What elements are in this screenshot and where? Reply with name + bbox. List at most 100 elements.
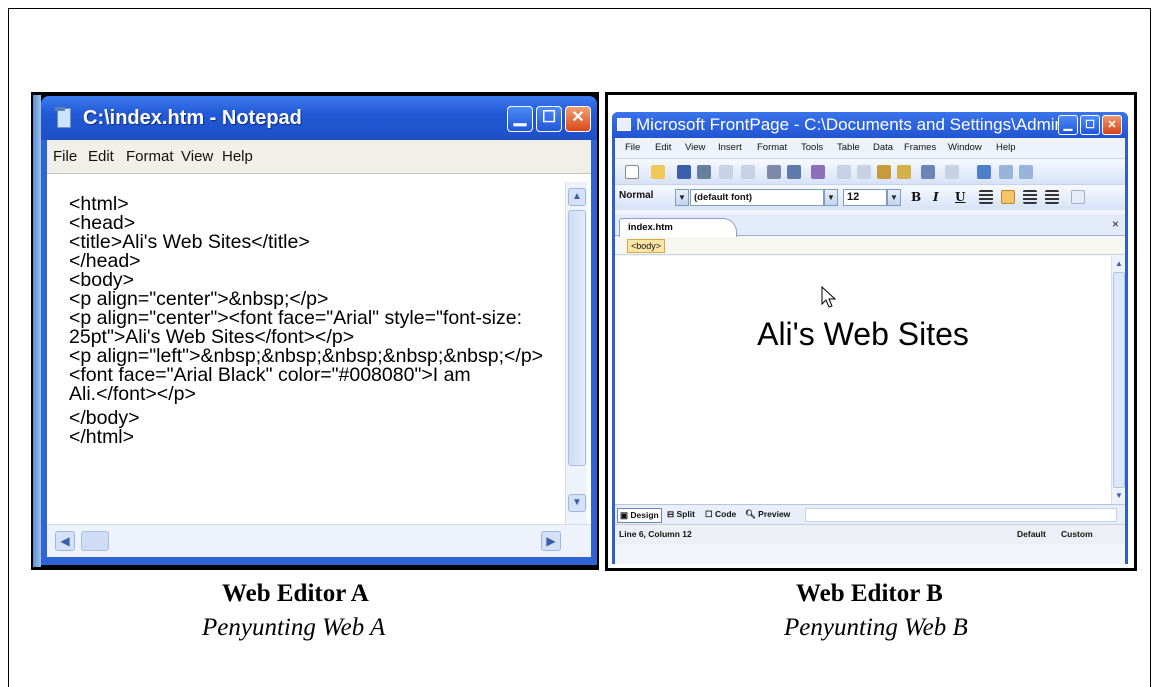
design-view[interactable]: Ali's Web Sites bbox=[615, 256, 1111, 504]
quick-tag-selector: <body> bbox=[615, 237, 1125, 255]
menu-format[interactable]: Format bbox=[757, 142, 787, 153]
cut-icon[interactable] bbox=[837, 165, 851, 179]
scroll-down-icon[interactable]: ▼ bbox=[568, 494, 586, 512]
size-select[interactable]: 12 bbox=[843, 189, 887, 206]
scroll-thumb[interactable] bbox=[568, 210, 586, 466]
underline-button[interactable]: U bbox=[955, 190, 965, 204]
status-custom: Custom bbox=[1061, 529, 1093, 539]
close-tab-icon[interactable]: × bbox=[1112, 217, 1119, 231]
status-bar: Line 6, Column 12 Default Custom bbox=[615, 524, 1125, 544]
scroll-down-icon[interactable]: ▼ bbox=[1113, 490, 1125, 502]
minimize-button[interactable]: ▁ bbox=[1058, 115, 1078, 135]
menu-help[interactable]: Help bbox=[222, 148, 253, 165]
menu-frames[interactable]: Frames bbox=[904, 142, 936, 153]
toggle-pane-icon[interactable] bbox=[741, 165, 755, 179]
insert-picture-icon[interactable] bbox=[1019, 165, 1033, 179]
menu-edit[interactable]: Edit bbox=[88, 148, 114, 165]
tab-preview-label: Preview bbox=[758, 509, 791, 519]
horizontal-scrollbar[interactable] bbox=[805, 508, 1117, 522]
code-line: <head> bbox=[69, 212, 136, 234]
view-tabs: ▣ Design ⊟ Split ☐ Code 🔍︎ Preview bbox=[615, 504, 1125, 524]
minimize-button[interactable]: ▁ bbox=[507, 106, 533, 132]
new-page-icon[interactable] bbox=[625, 165, 639, 179]
horizontal-scrollbar[interactable]: ◀ ▶ bbox=[47, 524, 591, 557]
increase-font-icon[interactable] bbox=[1071, 190, 1085, 204]
style-dropdown-icon[interactable]: ▼ bbox=[675, 189, 689, 206]
bold-button[interactable]: B bbox=[911, 190, 921, 204]
italic-button[interactable]: I bbox=[933, 190, 939, 204]
scroll-thumb[interactable] bbox=[1113, 272, 1125, 488]
tab-split[interactable]: ⊟ Split bbox=[665, 508, 697, 523]
menu-help[interactable]: Help bbox=[996, 142, 1016, 153]
notepad-menubar: File Edit Format View Help bbox=[47, 140, 591, 174]
scroll-up-icon[interactable]: ▲ bbox=[568, 188, 586, 206]
notepad-titlebar[interactable]: C:\index.htm - Notepad ▁ ☐ ✕ bbox=[41, 96, 597, 140]
close-button[interactable]: ✕ bbox=[1102, 115, 1122, 135]
close-button[interactable]: ✕ bbox=[565, 106, 591, 132]
caption-editor-a: Web Editor A bbox=[222, 580, 369, 607]
tab-preview[interactable]: 🔍︎ Preview bbox=[743, 508, 792, 523]
menu-edit[interactable]: Edit bbox=[655, 142, 671, 153]
spelling-icon[interactable] bbox=[811, 165, 825, 179]
frontpage-titlebar[interactable]: Microsoft FrontPage - C:\Documents and S… bbox=[612, 112, 1128, 138]
align-center-icon[interactable] bbox=[1001, 190, 1015, 204]
save-icon[interactable] bbox=[677, 165, 691, 179]
menu-tools[interactable]: Tools bbox=[801, 142, 823, 153]
menu-view[interactable]: View bbox=[685, 142, 705, 153]
undo-icon[interactable] bbox=[921, 165, 935, 179]
menu-file[interactable]: File bbox=[53, 148, 77, 165]
paste-icon[interactable] bbox=[877, 165, 891, 179]
font-dropdown-icon[interactable]: ▼ bbox=[824, 189, 838, 206]
scroll-up-icon[interactable]: ▲ bbox=[1113, 258, 1125, 270]
code-line: <p align="center">&nbsp;</p> bbox=[69, 288, 329, 310]
formatting-toolbar: Normal ▼ (default font) ▼ 12 ▼ B I U bbox=[615, 184, 1125, 210]
tab-index-htm[interactable]: index.htm bbox=[619, 218, 737, 237]
menu-window[interactable]: Window bbox=[948, 142, 982, 153]
body-tag-button[interactable]: <body> bbox=[627, 239, 666, 253]
code-line: <p align="left">&nbsp;&nbsp;&nbsp;&nbsp;… bbox=[69, 345, 544, 367]
preview-icon[interactable] bbox=[787, 165, 801, 179]
tab-code[interactable]: ☐ Code bbox=[703, 508, 738, 523]
justify-icon[interactable] bbox=[1045, 190, 1059, 204]
insert-table-icon[interactable] bbox=[977, 165, 991, 179]
caption-editor-b-sub: Penyunting Web B bbox=[784, 614, 968, 641]
menu-insert[interactable]: Insert bbox=[718, 142, 742, 153]
tab-code-label: Code bbox=[714, 509, 737, 519]
scroll-right-icon[interactable]: ▶ bbox=[541, 531, 561, 551]
insert-layer-icon[interactable] bbox=[999, 165, 1013, 179]
standard-toolbar bbox=[615, 158, 1125, 184]
align-right-icon[interactable] bbox=[1023, 190, 1037, 204]
code-line: Ali.</font></p> bbox=[69, 383, 196, 405]
open-icon[interactable] bbox=[651, 165, 665, 179]
tab-design[interactable]: ▣ Design bbox=[617, 508, 662, 523]
caption-editor-a-sub: Penyunting Web A bbox=[202, 614, 386, 641]
size-dropdown-icon[interactable]: ▼ bbox=[887, 189, 901, 206]
menu-format[interactable]: Format bbox=[126, 148, 174, 165]
notepad-text-area[interactable]: <html> <head> <title>Ali's Web Sites</ti… bbox=[47, 174, 591, 524]
print-icon[interactable] bbox=[767, 165, 781, 179]
mouse-pointer-icon bbox=[821, 286, 837, 308]
hscroll-thumb[interactable] bbox=[81, 531, 109, 551]
code-line: 25pt">Ali's Web Sites</font></p> bbox=[69, 326, 355, 348]
code-line: <body> bbox=[69, 269, 135, 291]
code-line: <font face="Arial Black" color="#008080"… bbox=[69, 364, 471, 386]
publish-icon[interactable] bbox=[719, 165, 733, 179]
frontpage-title: Microsoft FrontPage - C:\Documents and S… bbox=[636, 115, 1065, 134]
scroll-left-icon[interactable]: ◀ bbox=[55, 531, 75, 551]
code-line: </body> bbox=[69, 407, 140, 429]
menu-view[interactable]: View bbox=[181, 148, 213, 165]
find-icon[interactable] bbox=[697, 165, 711, 179]
vertical-scrollbar[interactable]: ▲ ▼ bbox=[565, 182, 587, 526]
redo-icon[interactable] bbox=[945, 165, 959, 179]
menu-table[interactable]: Table bbox=[837, 142, 860, 153]
maximize-button[interactable]: ☐ bbox=[536, 106, 562, 132]
align-left-icon[interactable] bbox=[979, 190, 993, 204]
font-select[interactable]: (default font) bbox=[690, 189, 824, 206]
menu-data[interactable]: Data bbox=[873, 142, 893, 153]
copy-icon[interactable] bbox=[857, 165, 871, 179]
menu-file[interactable]: File bbox=[625, 142, 640, 153]
format-painter-icon[interactable] bbox=[897, 165, 911, 179]
vertical-scrollbar[interactable]: ▲ ▼ bbox=[1111, 256, 1125, 504]
maximize-button[interactable]: ☐ bbox=[1080, 115, 1100, 135]
code-line: <html> bbox=[69, 193, 129, 215]
